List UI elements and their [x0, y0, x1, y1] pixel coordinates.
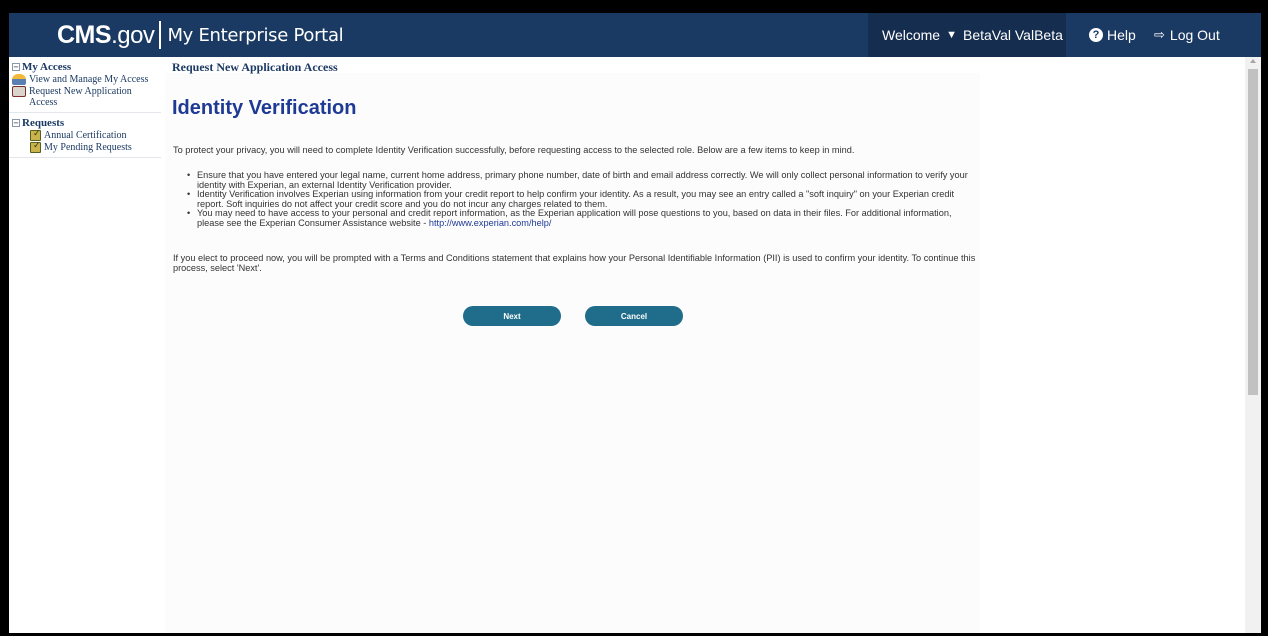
checklist-icon: [30, 141, 41, 153]
help-label: Help: [1107, 27, 1136, 43]
brand[interactable]: CMS.gov My Enterprise Portal: [57, 19, 344, 51]
list-item: Identity Verification involves Experian …: [187, 189, 972, 209]
sidebar-item-annual-certification[interactable]: Annual Certification: [12, 129, 161, 141]
portal-name: My Enterprise Portal: [167, 24, 344, 46]
collapse-toggle-icon[interactable]: −: [12, 119, 20, 127]
question-circle-icon: ?: [1089, 28, 1103, 42]
logout-link[interactable]: ⇨ Log Out: [1154, 13, 1220, 57]
vertical-scrollbar[interactable]: [1245, 57, 1261, 633]
content-panel: [165, 73, 980, 633]
experian-help-link[interactable]: http://www.experian.com/help/: [429, 218, 552, 228]
list-item: Ensure that you have entered your legal …: [187, 170, 972, 190]
next-button[interactable]: Next: [463, 306, 561, 326]
main-content: Request New Application Access Identity …: [165, 57, 1245, 633]
sidebar: − My Access View and Manage My Access Re…: [9, 57, 161, 633]
sidebar-item-view-manage-access[interactable]: View and Manage My Access: [12, 74, 161, 85]
intro-text: To protect your privacy, you will need t…: [173, 145, 855, 155]
logo-cms-text: CMS: [57, 20, 112, 49]
cms-logo: CMS.gov: [57, 20, 155, 50]
sidebar-item-label: Annual Certification: [44, 130, 127, 141]
list-item-text: You may need to have access to your pers…: [197, 208, 952, 228]
logo-gov-text: .gov: [111, 21, 155, 49]
checklist-icon: [30, 129, 41, 141]
sidebar-item-label: Request New Application Access: [29, 86, 132, 108]
sidebar-item-pending-requests[interactable]: My Pending Requests: [12, 141, 161, 153]
sidebar-item-label: My Pending Requests: [44, 142, 132, 153]
terms-notice-text: If you elect to proceed now, you will be…: [173, 253, 976, 273]
scroll-up-arrow-icon[interactable]: [1250, 59, 1256, 63]
sidebar-item-label: View and Manage My Access: [29, 74, 149, 85]
help-link[interactable]: ? Help: [1089, 13, 1136, 57]
cancel-button[interactable]: Cancel: [585, 306, 683, 326]
caret-down-icon: ▼: [946, 29, 957, 41]
sidebar-section-title: Requests: [22, 117, 65, 129]
browser-viewport: CMS.gov My Enterprise Portal Welcome ▼ B…: [9, 13, 1261, 633]
guidance-list: Ensure that you have entered your legal …: [187, 170, 972, 228]
list-item: You may need to have access to your pers…: [187, 208, 972, 228]
top-header: CMS.gov My Enterprise Portal Welcome ▼ B…: [9, 13, 1261, 57]
sidebar-section-my-access: − My Access View and Manage My Access Re…: [9, 57, 161, 113]
sidebar-section-title: My Access: [22, 61, 72, 73]
book-icon: [12, 86, 26, 97]
sidebar-section-header[interactable]: − Requests: [12, 117, 161, 129]
people-icon: [12, 74, 26, 85]
welcome-label: Welcome: [882, 27, 941, 43]
sidebar-item-request-new-access[interactable]: Request New Application Access: [12, 86, 161, 108]
breadcrumb: Request New Application Access: [172, 60, 338, 74]
brand-divider: [159, 21, 162, 49]
collapse-toggle-icon[interactable]: −: [12, 63, 20, 71]
sidebar-section-header[interactable]: − My Access: [12, 61, 161, 73]
sign-out-icon: ⇨: [1154, 27, 1165, 42]
page-title: Identity Verification: [172, 97, 357, 119]
welcome-user-menu[interactable]: Welcome ▼ BetaVal ValBeta: [868, 13, 1066, 57]
sidebar-section-requests: − Requests Annual Certification My Pendi…: [9, 113, 161, 158]
scroll-thumb[interactable]: [1248, 69, 1258, 395]
user-name: BetaVal ValBeta: [962, 27, 1063, 43]
logout-label: Log Out: [1169, 27, 1220, 43]
